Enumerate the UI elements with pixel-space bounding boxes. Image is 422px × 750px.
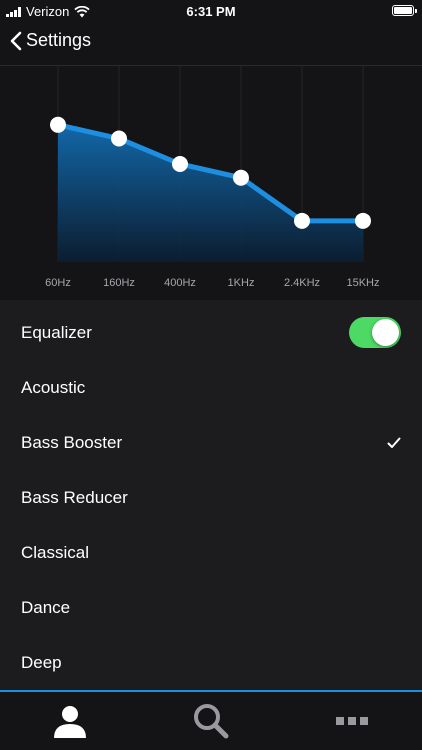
band-label: 1KHz [228, 277, 255, 289]
band-label: 60Hz [45, 277, 71, 289]
band-handle[interactable] [355, 212, 371, 229]
preset-label: Classical [21, 542, 90, 562]
preset-row[interactable]: Acoustic [0, 360, 422, 415]
band-handle[interactable] [172, 156, 188, 172]
band-handle[interactable] [50, 116, 66, 133]
preset-list: Equalizer Acoustic Bass Booster Bass Red… [0, 305, 422, 690]
battery-icon [392, 5, 417, 16]
person-icon [54, 706, 86, 738]
equalizer-toggle-row: Equalizer [0, 305, 422, 360]
preset-label: Acoustic [21, 377, 86, 397]
navigation-bar: Settings [0, 22, 422, 66]
status-time: 6:31 PM [186, 4, 236, 19]
band-label: 15KHz [346, 277, 379, 289]
band-handle[interactable] [111, 130, 127, 147]
preset-label: Bass Booster [21, 432, 123, 452]
band-handle[interactable] [294, 212, 310, 229]
preset-row[interactable]: Bass Reducer [0, 470, 422, 525]
checkmark-icon [387, 437, 401, 448]
back-button[interactable]: Settings [10, 30, 91, 51]
tab-more[interactable] [282, 692, 422, 750]
preset-row[interactable]: Classical [0, 525, 422, 580]
search-icon [194, 704, 229, 739]
equalizer-label: Equalizer [21, 322, 92, 342]
preset-label: Bass Reducer [21, 487, 128, 507]
tab-bar [0, 690, 422, 750]
preset-row[interactable]: Deep [0, 635, 422, 690]
equalizer-graph[interactable]: 60Hz 160Hz 400Hz 1KHz 2.4KHz 15KHz [0, 66, 422, 300]
equalizer-svg: 60Hz 160Hz 400Hz 1KHz 2.4KHz 15KHz [45, 66, 380, 289]
chevron-left-icon [10, 31, 22, 50]
band-label: 400Hz [164, 277, 196, 289]
band-handle[interactable] [233, 169, 249, 186]
equalizer-area [58, 124, 363, 262]
more-icon [336, 717, 368, 725]
status-bar: Verizon 6:31 PM [0, 0, 422, 22]
preset-label: Deep [21, 652, 62, 672]
tab-search[interactable] [141, 692, 281, 750]
back-label: Settings [26, 30, 92, 50]
tab-profile[interactable] [0, 692, 140, 750]
equalizer-toggle[interactable] [349, 317, 401, 348]
preset-row[interactable]: Bass Booster [0, 415, 422, 470]
band-label: 2.4KHz [284, 277, 320, 289]
preset-row[interactable]: Dance [0, 580, 422, 635]
preset-label: Dance [21, 597, 71, 617]
band-label: 160Hz [103, 277, 135, 289]
